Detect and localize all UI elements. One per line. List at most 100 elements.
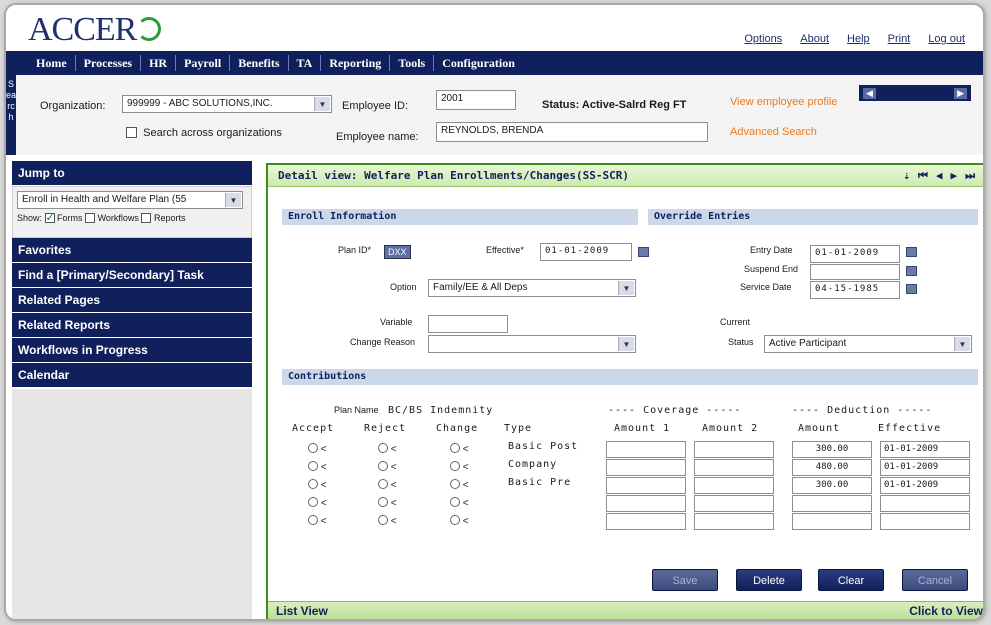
amount2-input[interactable] [694,495,774,512]
employee-id-input[interactable]: 2001 [436,90,516,110]
sidebar-item-favorites[interactable]: Favorites [12,238,252,262]
jump-to-select[interactable]: Enroll in Health and Welfare Plan (55 ▼ [17,191,243,209]
nav-reporting[interactable]: Reporting [321,55,391,71]
first-record-icon[interactable]: ⏮ [918,169,928,183]
reports-checkbox[interactable] [141,213,152,223]
amount1-input[interactable] [606,495,686,512]
variable-input[interactable] [428,315,508,333]
nav-processes[interactable]: Processes [76,55,142,71]
reject-radio[interactable]: < [378,497,397,509]
deduction-effective-input[interactable] [880,513,970,530]
reject-radio[interactable]: < [378,515,397,527]
organization-select[interactable]: 999999 - ABC SOLUTIONS,INC. ▼ [122,95,332,113]
help-link[interactable]: Help [847,33,870,45]
search-across-option[interactable]: Search across organizations [126,127,282,139]
calendar-icon[interactable] [638,247,649,257]
reject-radio[interactable]: < [378,461,397,473]
enroll-info-header: Enroll Information [282,209,638,225]
accept-radio[interactable]: < [308,461,327,473]
option-select[interactable]: Family/EE & All Deps ▼ [428,279,636,297]
sidebar-item-related-pages[interactable]: Related Pages [12,288,252,312]
nav-configuration[interactable]: Configuration [434,55,523,71]
amount1-input[interactable] [606,513,686,530]
accept-radio[interactable]: < [308,497,327,509]
amount2-input[interactable] [694,513,774,530]
accept-radio[interactable]: < [308,515,327,527]
status-select[interactable]: Active Participant ▼ [764,335,972,353]
sidebar-item-calendar[interactable]: Calendar [12,363,252,387]
prev-record-icon[interactable]: ◀ [936,169,943,183]
next-record-icon[interactable]: ▶ [950,169,957,183]
change-reason-select[interactable]: ▼ [428,335,636,353]
nav-ta[interactable]: TA [289,55,322,71]
change-radio[interactable]: < [450,515,469,527]
sidebar-item-workflows[interactable]: Workflows in Progress [12,338,252,362]
list-view-bar[interactable]: List View Click to View [268,601,983,619]
entry-date-input[interactable]: 01-01-2009 [810,245,900,263]
clear-button[interactable]: Clear [818,569,884,591]
change-radio[interactable]: < [450,443,469,455]
deduction-effective-input[interactable] [880,495,970,512]
view-employee-profile-link[interactable]: View employee profile [730,96,837,108]
deduction-effective-input[interactable]: 01-01-2009 [880,477,970,494]
nav-tools[interactable]: Tools [390,55,435,71]
variable-label: Variable [380,317,413,327]
prev-employee-icon[interactable]: ◀ [863,87,876,99]
deduction-amount-input[interactable] [792,513,872,530]
about-link[interactable]: About [800,33,829,45]
calendar-icon[interactable] [906,247,917,257]
options-link[interactable]: Options [744,33,782,45]
deduction-amount-input[interactable] [792,495,872,512]
reject-radio[interactable]: < [378,443,397,455]
sidebar-item-find-task[interactable]: Find a [Primary/Secondary] Task [12,263,252,287]
nav-home[interactable]: Home [28,55,76,71]
amount1-input[interactable] [606,441,686,458]
forms-checkbox[interactable] [44,211,55,224]
last-record-icon[interactable]: ⏭ [965,169,975,183]
search-tab[interactable]: Search [6,75,16,155]
print-link[interactable]: Print [888,33,911,45]
advanced-search-link[interactable]: Advanced Search [730,126,817,138]
next-employee-icon[interactable]: ▶ [954,87,967,99]
nav-hr[interactable]: HR [141,55,177,71]
reject-radio[interactable]: < [378,479,397,491]
amount2-input[interactable] [694,459,774,476]
amount2-input[interactable] [694,477,774,494]
nav-payroll[interactable]: Payroll [176,55,231,71]
amount1-input[interactable] [606,477,686,494]
suspend-end-label: Suspend End [744,264,799,274]
accept-radio[interactable]: < [308,443,327,455]
deduction-amount-input[interactable]: 480.00 [792,459,872,476]
effective-input[interactable]: 01-01-2009 [540,243,632,261]
calendar-icon[interactable] [906,284,917,294]
logout-link[interactable]: Log out [928,33,965,45]
search-across-checkbox[interactable] [126,127,137,138]
change-radio[interactable]: < [450,461,469,473]
cancel-button[interactable]: Cancel [902,569,968,591]
deduction-effective-input[interactable]: 01-01-2009 [880,441,970,458]
calendar-icon[interactable] [906,266,917,276]
deduction-amount-input[interactable]: 300.00 [792,441,872,458]
accept-radio[interactable]: < [308,479,327,491]
deduction-amount-input[interactable]: 300.00 [792,477,872,494]
suspend-end-input[interactable] [810,264,900,280]
coverage-header: ---- Coverage ----- [608,405,742,416]
chevron-down-icon: ▼ [225,193,241,207]
amount2-input[interactable] [694,441,774,458]
sidebar-item-related-reports[interactable]: Related Reports [12,313,252,337]
service-date-input[interactable]: 04-15-1985 [810,281,900,299]
amount1-input[interactable] [606,459,686,476]
panel-title: Detail view: Welfare Plan Enrollments/Ch… [268,165,983,187]
employee-name-input[interactable]: REYNOLDS, BRENDA [436,122,708,142]
deduction-effective-input[interactable]: 01-01-2009 [880,459,970,476]
change-radio[interactable]: < [450,497,469,509]
effective-label: Effective* [486,245,524,255]
pin-icon[interactable]: ⇣ [903,169,910,183]
click-to-view-link[interactable]: Click to View [909,604,983,618]
change-radio[interactable]: < [450,479,469,491]
plan-id-value[interactable]: DXX [384,245,411,259]
delete-button[interactable]: Delete [736,569,802,591]
save-button[interactable]: Save [652,569,718,591]
nav-benefits[interactable]: Benefits [230,55,289,71]
workflows-checkbox[interactable] [85,213,96,223]
